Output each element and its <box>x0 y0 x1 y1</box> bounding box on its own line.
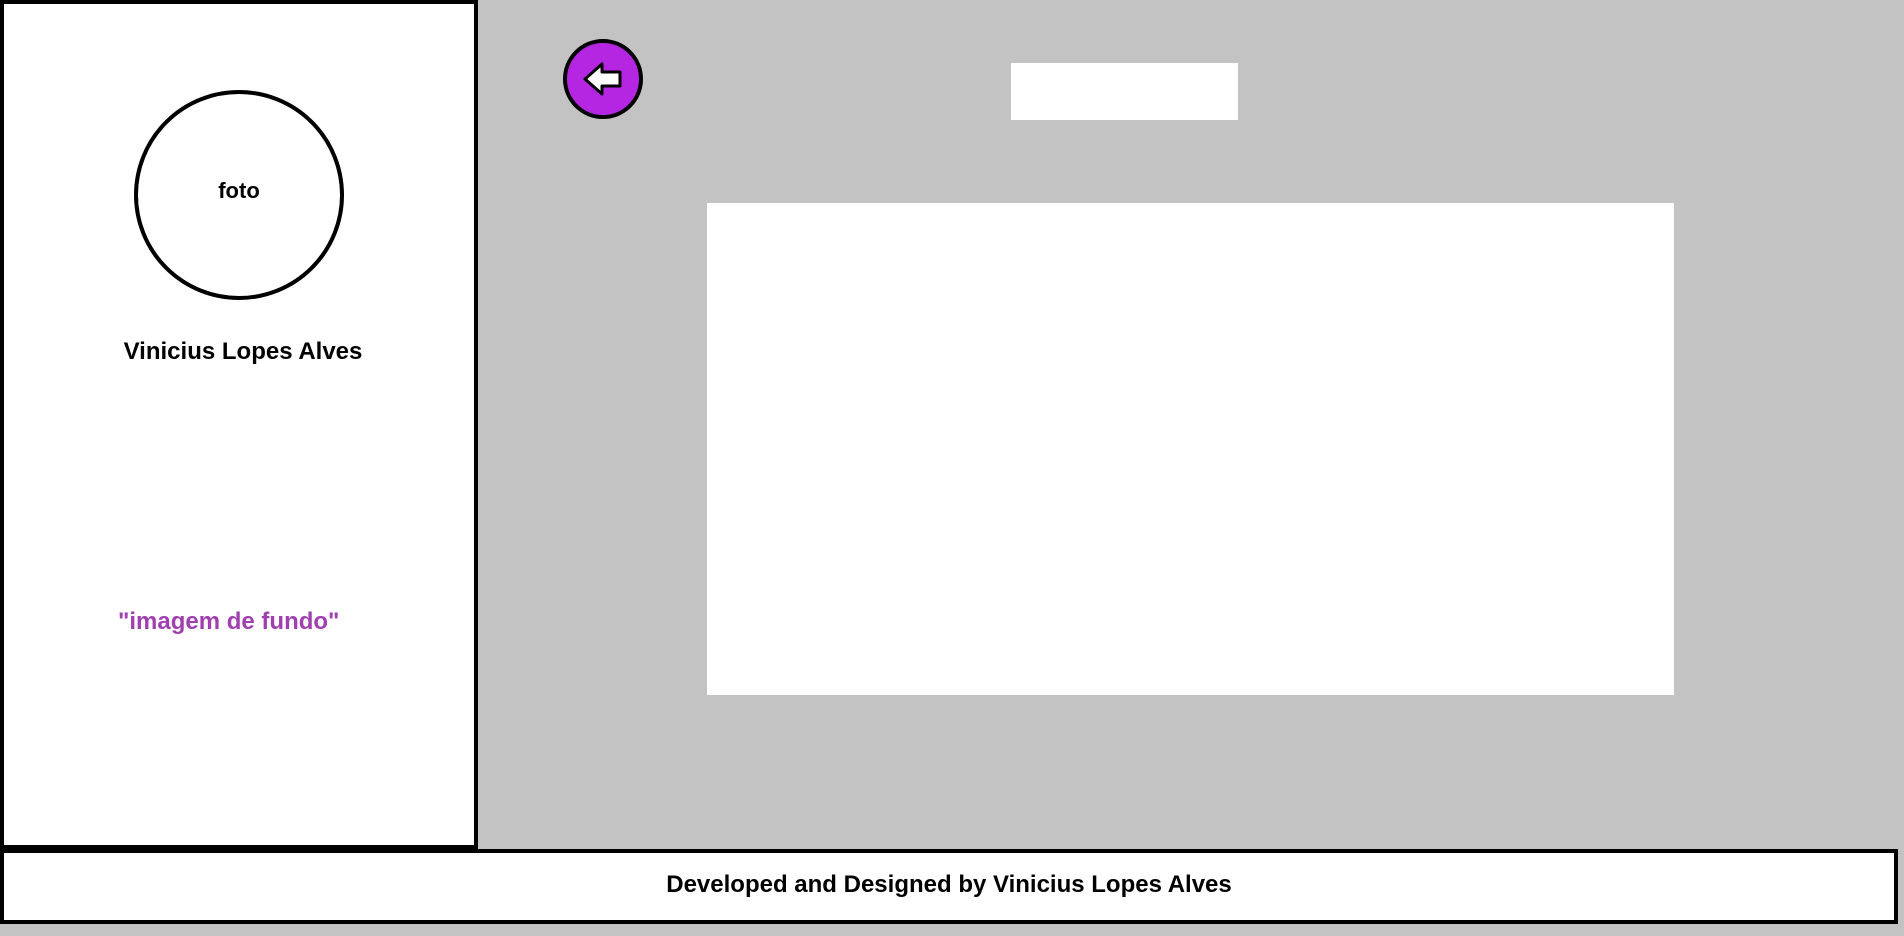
arrow-left-icon <box>583 62 622 96</box>
profile-photo-placeholder: foto <box>134 90 344 300</box>
footer: Developed and Designed by Vinicius Lopes… <box>0 849 1898 924</box>
back-button[interactable] <box>563 39 643 119</box>
photo-label: foto <box>218 178 260 203</box>
background-image-note: "imagem de fundo" <box>118 608 340 635</box>
page-title-box <box>1011 63 1238 120</box>
page: foto Vinicius Lopes Alves "imagem de fun… <box>0 0 1904 936</box>
footer-credit: Developed and Designed by Vinicius Lopes… <box>666 870 1232 898</box>
profile-name: Vinicius Lopes Alves <box>123 338 363 365</box>
sidebar: foto Vinicius Lopes Alves "imagem de fun… <box>0 0 478 849</box>
main-content-area <box>707 203 1674 695</box>
